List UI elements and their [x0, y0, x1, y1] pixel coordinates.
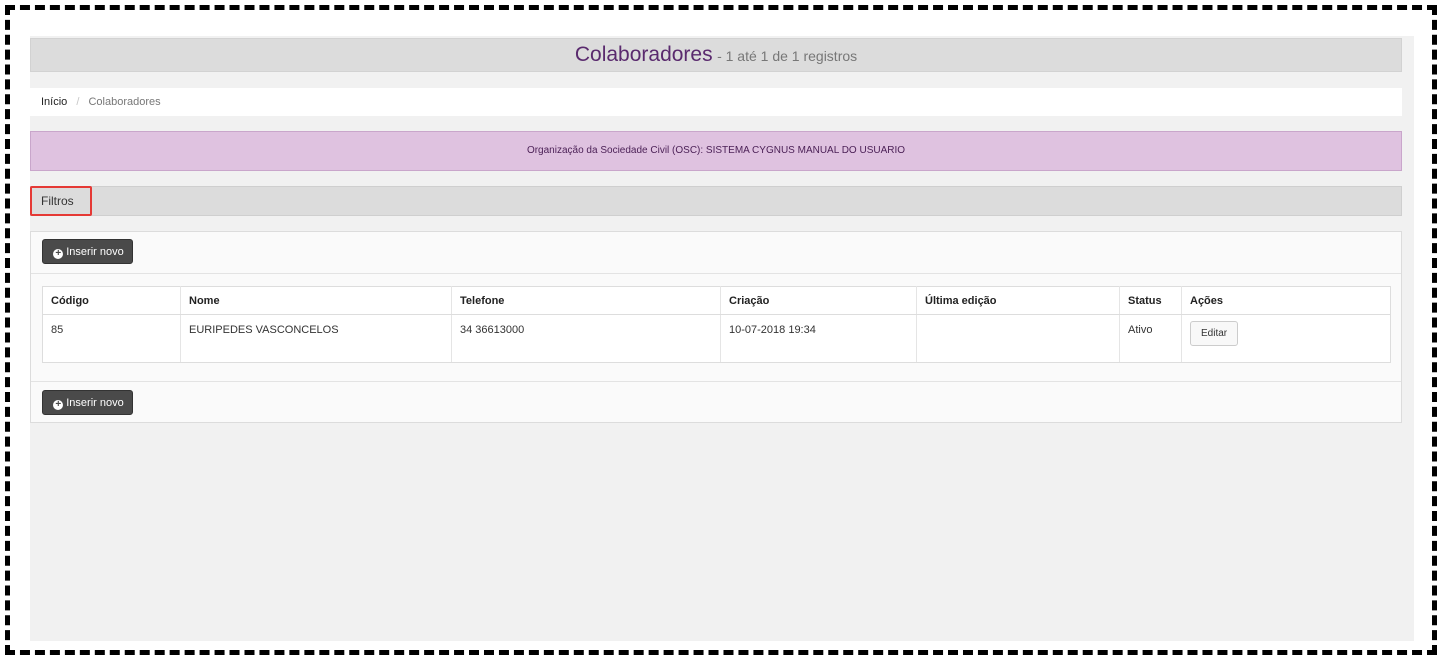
breadcrumb-home-link[interactable]: Início: [41, 96, 67, 108]
collaborators-panel: + Inserir novo Código Nome Telefone Criaç…: [30, 231, 1402, 423]
app-container: Colaboradores - 1 até 1 de 1 registros I…: [30, 36, 1414, 641]
column-header-criacao[interactable]: Criação: [720, 286, 917, 315]
organization-banner: Organização da Sociedade Civil (OSC): SI…: [30, 131, 1402, 171]
table-header-row: Código Nome Telefone Criação Última ediç…: [42, 286, 1391, 315]
column-header-acoes: Ações: [1181, 286, 1391, 315]
panel-divider-bottom: [31, 381, 1401, 382]
column-header-ultima-edicao[interactable]: Última edição: [916, 286, 1120, 315]
insert-new-button-top[interactable]: + Inserir novo: [42, 239, 133, 264]
breadcrumb: Início / Colaboradores: [30, 88, 1402, 116]
cell-criacao: 10-07-2018 19:34: [720, 314, 917, 363]
page-title: Colaboradores: [574, 43, 713, 66]
cell-codigo: 85: [42, 314, 181, 363]
cell-nome: EURIPEDES VASCONCELOS: [180, 314, 452, 363]
plus-circle-icon: +: [53, 249, 64, 259]
column-header-nome[interactable]: Nome: [180, 286, 452, 315]
filters-panel-header[interactable]: Filtros: [30, 186, 1402, 216]
collaborators-table: Código Nome Telefone Criação Última ediç…: [42, 286, 1391, 363]
insert-new-label: Inserir novo: [66, 246, 124, 258]
filters-toggle[interactable]: Filtros: [30, 186, 92, 216]
table-row: 85 EURIPEDES VASCONCELOS 34 36613000 10-…: [42, 314, 1391, 363]
plus-circle-icon: +: [53, 400, 64, 410]
edit-button[interactable]: Editar: [1190, 321, 1239, 346]
column-header-telefone[interactable]: Telefone: [451, 286, 721, 315]
column-header-codigo[interactable]: Código: [42, 286, 181, 315]
breadcrumb-separator: /: [76, 96, 80, 108]
column-header-status[interactable]: Status: [1119, 286, 1182, 315]
breadcrumb-current: Colaboradores: [88, 96, 161, 108]
cell-acoes: Editar: [1181, 314, 1391, 363]
cell-telefone: 34 36613000: [451, 314, 721, 363]
page-title-bar: Colaboradores - 1 até 1 de 1 registros: [30, 38, 1402, 72]
insert-new-label: Inserir novo: [66, 397, 124, 409]
panel-divider-top: [31, 273, 1401, 274]
cell-ultima-edicao: [916, 314, 1120, 363]
insert-new-button-bottom[interactable]: + Inserir novo: [42, 390, 133, 415]
record-count: - 1 até 1 de 1 registros: [717, 48, 858, 64]
status-badge: Ativo: [1119, 314, 1182, 363]
